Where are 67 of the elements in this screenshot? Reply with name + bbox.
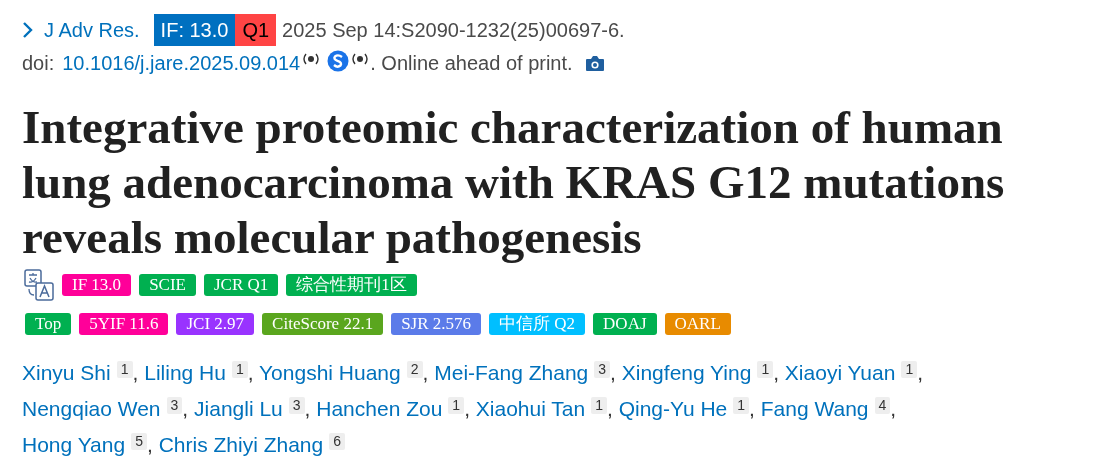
metric-badge: SJR 2.576 bbox=[391, 313, 482, 335]
affiliation-link[interactable]: 3 bbox=[166, 397, 183, 414]
affiliation-link[interactable]: 4 bbox=[874, 397, 891, 414]
metric-badge: DOAJ bbox=[593, 313, 657, 335]
metric-badge: 中信所 Q2 bbox=[489, 313, 586, 335]
s-logo-icon[interactable] bbox=[327, 50, 350, 72]
metric-badge: JCI 2.97 bbox=[176, 313, 255, 335]
metric-badge: JCR Q1 bbox=[203, 274, 279, 296]
author-link[interactable]: Chris Zhiyi Zhang bbox=[158, 433, 324, 456]
metric-badge: Top bbox=[25, 313, 72, 335]
chevron-icon bbox=[22, 21, 34, 39]
affiliation-link[interactable]: 1 bbox=[733, 397, 750, 414]
doi-link[interactable]: 10.1016/j.jare.2025.09.014 bbox=[62, 46, 301, 80]
author-link[interactable]: Qing-Yu He bbox=[618, 397, 728, 420]
author-link[interactable]: Yongshi Huang bbox=[259, 361, 401, 384]
author-link[interactable]: Hong Yang bbox=[22, 433, 126, 456]
comma: , bbox=[890, 397, 897, 420]
comma: , bbox=[422, 361, 429, 384]
author-link[interactable]: Xingfeng Ying bbox=[621, 361, 752, 384]
affiliation-link[interactable]: 3 bbox=[594, 361, 611, 378]
comma: , bbox=[464, 397, 470, 420]
doi-label: doi: bbox=[22, 51, 55, 76]
metric-badge: OARL bbox=[664, 313, 731, 335]
broadcast-icon[interactable] bbox=[350, 52, 371, 66]
metric-badge: SCIE bbox=[139, 274, 196, 296]
author-link[interactable]: Liling Hu bbox=[144, 361, 226, 384]
author-link[interactable]: Fang Wang bbox=[760, 397, 869, 420]
metric-badge: IF 13.0 bbox=[62, 274, 132, 296]
affiliation-link[interactable]: 2 bbox=[406, 361, 423, 378]
quartile-badge: Q1 bbox=[235, 14, 277, 46]
comma: , bbox=[146, 433, 153, 456]
broadcast-icon[interactable] bbox=[301, 52, 322, 66]
author-link[interactable]: Xiaoyi Yuan bbox=[784, 361, 896, 384]
metric-badge: 5YIF 11.6 bbox=[79, 313, 169, 335]
translate-icon[interactable] bbox=[24, 269, 54, 301]
affiliation-link[interactable]: 1 bbox=[231, 361, 248, 378]
affiliation-link[interactable]: 3 bbox=[288, 397, 305, 414]
comma: , bbox=[304, 397, 311, 420]
affiliation-link[interactable]: 1 bbox=[448, 397, 465, 414]
affiliation-link[interactable]: 1 bbox=[591, 397, 607, 414]
journal-link[interactable]: J Adv Res. bbox=[44, 15, 140, 45]
article-title: Integrative proteomic characterization of human lung adenocarcinoma with KRAS G12 mutations reveals molecular pathogenesis bbox=[22, 101, 1005, 263]
comma: , bbox=[749, 397, 755, 420]
comma: , bbox=[773, 361, 779, 384]
metric-badge: CiteScore 22.1 bbox=[262, 313, 384, 335]
comma: , bbox=[610, 361, 616, 384]
metric-badge: 综合性期刊1区 bbox=[286, 274, 417, 296]
author-link[interactable]: Hanchen Zou bbox=[316, 397, 443, 420]
publication-date: 2025 Sep 14:S2090-1232(25)00697-6. bbox=[282, 18, 625, 43]
author-link[interactable]: Jiangli Lu bbox=[194, 397, 283, 420]
comma: , bbox=[607, 397, 613, 420]
publication-status: . Online ahead of print. bbox=[370, 51, 573, 76]
comma: , bbox=[247, 361, 254, 384]
author-link[interactable]: Mei-Fang Zhang bbox=[434, 361, 589, 384]
comma: , bbox=[132, 361, 139, 384]
impact-factor-badge: IF: 13.0 bbox=[153, 14, 236, 46]
affiliation-link[interactable]: 5 bbox=[131, 433, 147, 450]
comma: , bbox=[182, 397, 189, 420]
comma: , bbox=[917, 361, 924, 384]
camera-icon[interactable] bbox=[584, 54, 605, 72]
author-link[interactable]: Xinyu Shi bbox=[22, 361, 111, 384]
affiliation-link[interactable]: 6 bbox=[329, 433, 345, 450]
author-link[interactable]: Nengqiao Wen bbox=[22, 397, 161, 420]
author-link[interactable]: Xiaohui Tan bbox=[475, 397, 586, 420]
affiliation-link[interactable]: 1 bbox=[757, 361, 774, 378]
affiliation-link[interactable]: 1 bbox=[901, 361, 918, 378]
affiliation-link[interactable]: 1 bbox=[116, 361, 133, 378]
